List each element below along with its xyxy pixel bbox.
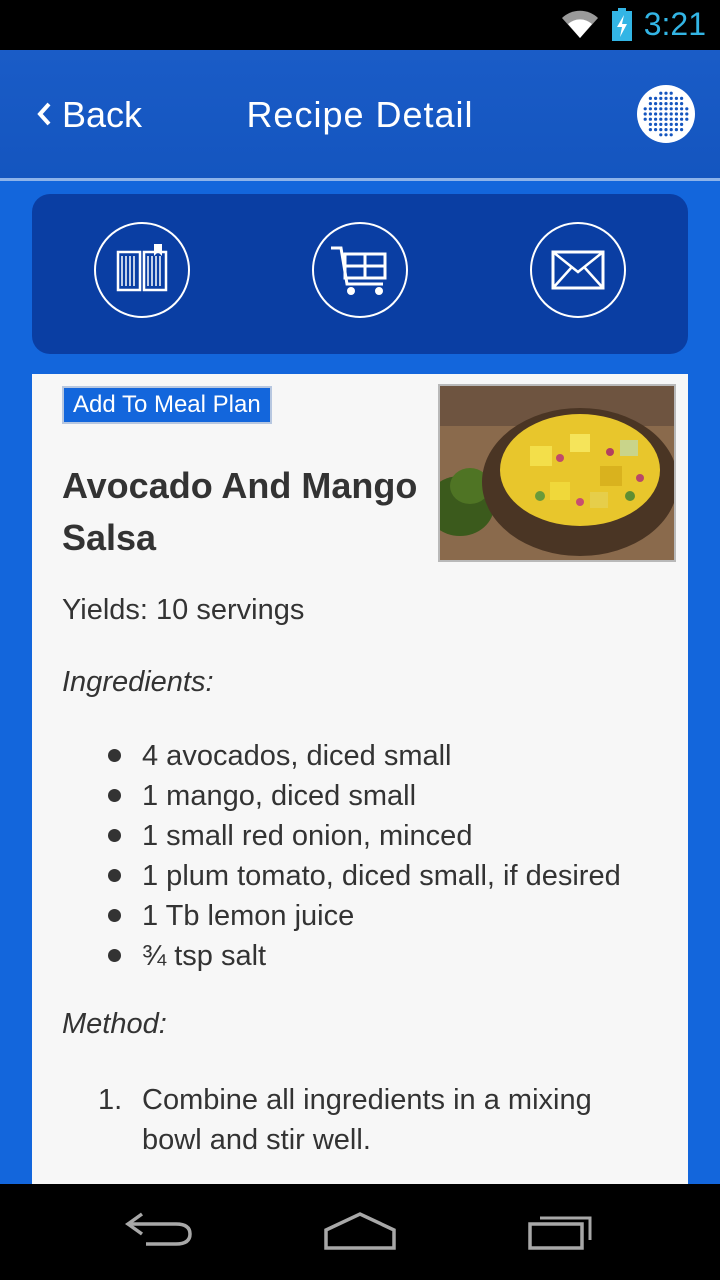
- bullet-icon: [108, 749, 121, 762]
- clock: 3:21: [643, 6, 706, 42]
- ingredient-text: 1 small red onion, minced: [142, 820, 473, 852]
- list-item: 1 plum tomato, diced small, if desired: [102, 856, 621, 896]
- nav-back-button[interactable]: [124, 1208, 194, 1253]
- bullet-icon: [108, 829, 121, 842]
- nav-recents-button[interactable]: [526, 1208, 596, 1257]
- list-item: ¾ tsp salt: [102, 936, 621, 976]
- list-item: 1 mango, diced small: [102, 776, 621, 816]
- page-title: Recipe Detail: [246, 94, 474, 135]
- book-button[interactable]: [94, 222, 190, 318]
- nav-home-icon: [324, 1212, 396, 1250]
- step-number: 1.: [98, 1084, 123, 1116]
- ingredient-text: 1 plum tomato, diced small, if desired: [142, 860, 621, 892]
- navigation-bar: [0, 1184, 720, 1280]
- book-icon: [116, 244, 168, 292]
- yields-text: Yields: 10 servings: [62, 594, 305, 626]
- method-heading: Method:: [62, 1008, 167, 1040]
- shopping-cart-button[interactable]: [312, 222, 408, 318]
- dotted-menu-icon[interactable]: [636, 84, 696, 149]
- bullet-icon: [108, 789, 121, 802]
- nav-recents-icon: [528, 1216, 592, 1250]
- recipe-card: Add To Meal Plan Avocado And Mango Salsa…: [32, 374, 688, 1184]
- app-bar: Back Recipe Detail: [0, 50, 720, 178]
- add-to-meal-plan-button[interactable]: Add To Meal Plan: [62, 386, 272, 424]
- method-list: 1. Combine all ingredients in a mixing b…: [98, 1080, 658, 1160]
- nav-back-icon: [124, 1212, 192, 1246]
- battery-charging-icon: [612, 8, 632, 41]
- recipe-title: Avocado And Mango Salsa: [62, 465, 418, 558]
- list-item: 1 small red onion, minced: [102, 816, 621, 856]
- action-panel: [32, 194, 688, 354]
- list-item: 1. Combine all ingredients in a mixing b…: [98, 1080, 658, 1160]
- ingredients-heading: Ingredients:: [62, 666, 214, 698]
- wifi-icon: [562, 10, 598, 38]
- ingredients-list: 4 avocados, diced small 1 mango, diced s…: [102, 736, 621, 976]
- ingredient-text: 4 avocados, diced small: [142, 740, 452, 772]
- bullet-icon: [108, 869, 121, 882]
- email-button[interactable]: [530, 222, 626, 318]
- status-bar: 3:21: [0, 0, 720, 50]
- nav-home-button[interactable]: [322, 1208, 398, 1257]
- ingredient-text: 1 mango, diced small: [142, 780, 417, 812]
- list-item: 4 avocados, diced small: [102, 736, 621, 776]
- shopping-cart-icon: [331, 246, 387, 295]
- ingredient-text: 1 Tb lemon juice: [142, 900, 355, 932]
- bullet-icon: [108, 949, 121, 962]
- bullet-icon: [108, 909, 121, 922]
- recipe-photo: [438, 384, 676, 562]
- list-item: 1 Tb lemon juice: [102, 896, 621, 936]
- ingredient-text: ¾ tsp salt: [142, 940, 267, 972]
- mail-icon: [551, 250, 605, 290]
- step-text: Combine all ingredients in a mixing bowl…: [142, 1084, 592, 1156]
